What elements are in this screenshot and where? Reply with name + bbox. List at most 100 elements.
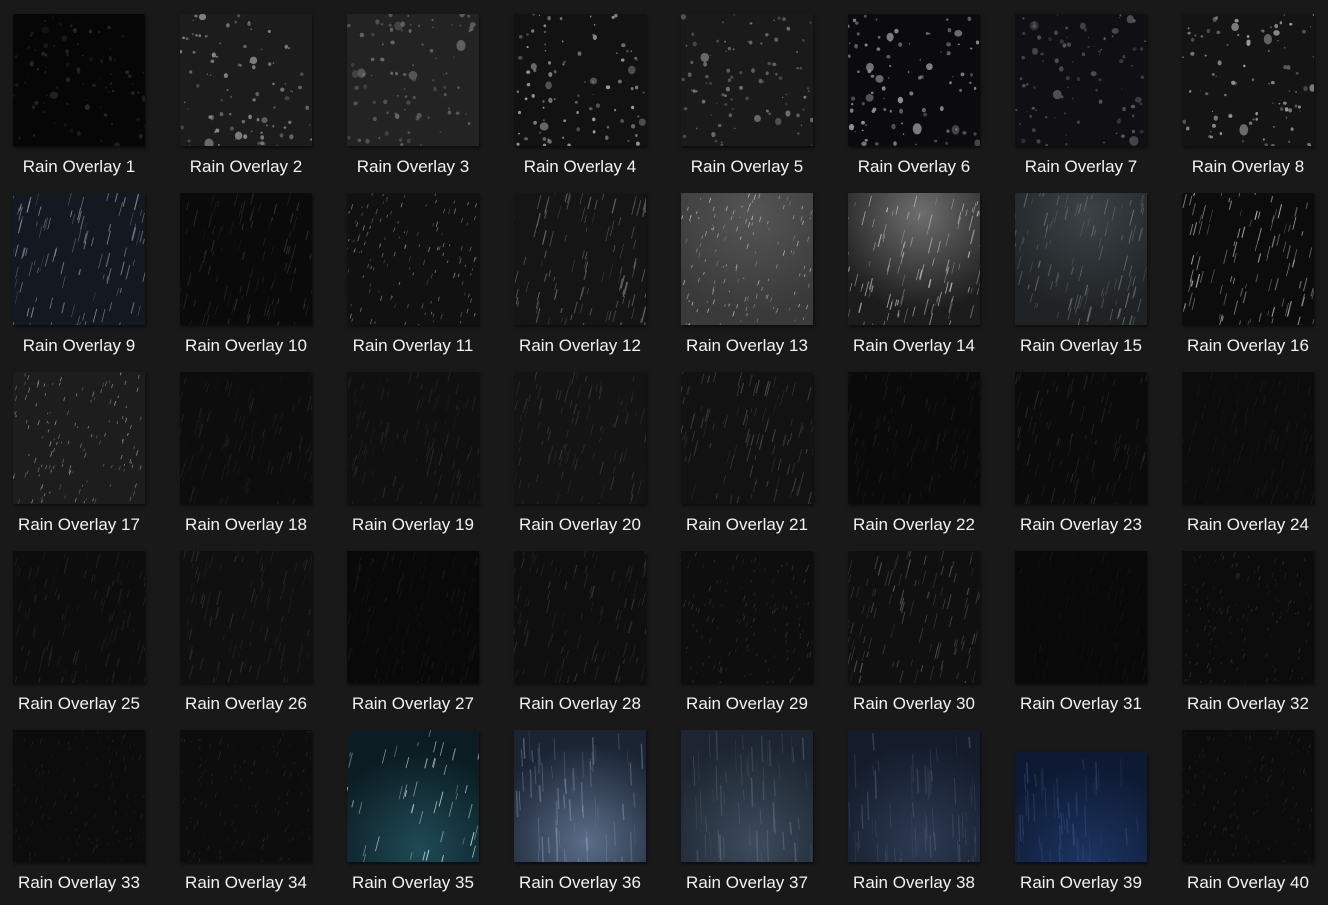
file-name-label[interactable]: Rain Overlay 30 [835,693,993,715]
thumbnail-image[interactable] [681,730,813,862]
file-name-label[interactable]: Rain Overlay 7 [1002,156,1160,178]
thumbnail-image[interactable] [848,14,980,146]
thumbnail-image[interactable] [13,193,145,325]
file-thumbnail-item[interactable]: Rain Overlay 39 [1002,716,1169,895]
file-name-label[interactable]: Rain Overlay 34 [167,872,325,894]
file-thumbnail-item[interactable]: Rain Overlay 19 [334,358,501,537]
file-thumbnail-item[interactable]: Rain Overlay 33 [0,716,167,895]
file-thumbnail-item[interactable]: Rain Overlay 23 [1002,358,1169,537]
file-name-label[interactable]: Rain Overlay 39 [1002,872,1160,894]
file-thumbnail-item[interactable]: Rain Overlay 12 [501,179,668,358]
thumbnail-image[interactable] [347,730,479,862]
thumbnail-image[interactable] [848,193,980,325]
file-thumbnail-item[interactable]: Rain Overlay 32 [1169,537,1328,716]
file-thumbnail-item[interactable]: Rain Overlay 17 [0,358,167,537]
file-name-label[interactable]: Rain Overlay 18 [167,514,325,536]
thumbnail-image[interactable] [514,193,646,325]
file-name-label[interactable]: Rain Overlay 23 [1002,514,1160,536]
thumbnail-image[interactable] [180,193,312,325]
thumbnail-image[interactable] [180,14,312,146]
thumbnail-image[interactable] [347,551,479,683]
file-thumbnail-item[interactable]: Rain Overlay 36 [501,716,668,895]
file-name-label[interactable]: Rain Overlay 40 [1169,872,1327,894]
file-name-label[interactable]: Rain Overlay 36 [501,872,659,894]
thumbnail-image[interactable] [1015,551,1147,683]
file-name-label[interactable]: Rain Overlay 4 [501,156,659,178]
file-thumbnail-item[interactable]: Rain Overlay 4 [501,0,668,179]
file-name-label[interactable]: Rain Overlay 17 [0,514,158,536]
thumbnail-image[interactable] [514,551,646,683]
file-name-label[interactable]: Rain Overlay 32 [1169,693,1327,715]
file-thumbnail-item[interactable]: Rain Overlay 11 [334,179,501,358]
file-thumbnail-item[interactable]: Rain Overlay 10 [167,179,334,358]
file-thumbnail-item[interactable]: Rain Overlay 22 [835,358,1002,537]
file-thumbnail-item[interactable]: Rain Overlay 35 [334,716,501,895]
thumbnail-image[interactable] [1015,372,1147,504]
thumbnail-image[interactable] [13,372,145,504]
thumbnail-image[interactable] [681,372,813,504]
thumbnail-image[interactable] [180,730,312,862]
file-thumbnail-item[interactable]: Rain Overlay 7 [1002,0,1169,179]
file-name-label[interactable]: Rain Overlay 25 [0,693,158,715]
file-thumbnail-item[interactable]: Rain Overlay 29 [668,537,835,716]
thumbnail-image[interactable] [1015,14,1147,146]
thumbnail-image[interactable] [848,730,980,862]
file-thumbnail-item[interactable]: Rain Overlay 28 [501,537,668,716]
file-thumbnail-item[interactable]: Rain Overlay 37 [668,716,835,895]
file-thumbnail-item[interactable]: Rain Overlay 26 [167,537,334,716]
file-name-label[interactable]: Rain Overlay 31 [1002,693,1160,715]
file-name-label[interactable]: Rain Overlay 12 [501,335,659,357]
thumbnail-image[interactable] [681,551,813,683]
file-thumbnail-item[interactable]: Rain Overlay 9 [0,179,167,358]
file-name-label[interactable]: Rain Overlay 35 [334,872,492,894]
file-name-label[interactable]: Rain Overlay 6 [835,156,993,178]
thumbnail-image[interactable] [681,193,813,325]
file-thumbnail-item[interactable]: Rain Overlay 18 [167,358,334,537]
file-name-label[interactable]: Rain Overlay 11 [334,335,492,357]
thumbnail-image[interactable] [514,372,646,504]
file-name-label[interactable]: Rain Overlay 16 [1169,335,1327,357]
file-name-label[interactable]: Rain Overlay 24 [1169,514,1327,536]
file-name-label[interactable]: Rain Overlay 15 [1002,335,1160,357]
file-name-label[interactable]: Rain Overlay 37 [668,872,826,894]
file-name-label[interactable]: Rain Overlay 14 [835,335,993,357]
thumbnail-image[interactable] [347,372,479,504]
file-name-label[interactable]: Rain Overlay 38 [835,872,993,894]
file-thumbnail-item[interactable]: Rain Overlay 2 [167,0,334,179]
thumbnail-image[interactable] [1015,752,1147,862]
file-thumbnail-item[interactable]: Rain Overlay 20 [501,358,668,537]
thumbnail-image[interactable] [13,14,145,146]
thumbnail-image[interactable] [681,14,813,146]
file-thumbnail-item[interactable]: Rain Overlay 30 [835,537,1002,716]
file-name-label[interactable]: Rain Overlay 20 [501,514,659,536]
file-name-label[interactable]: Rain Overlay 8 [1169,156,1327,178]
thumbnail-image[interactable] [180,372,312,504]
file-thumbnail-item[interactable]: Rain Overlay 1 [0,0,167,179]
file-name-label[interactable]: Rain Overlay 33 [0,872,158,894]
thumbnail-image[interactable] [1182,372,1314,504]
file-name-label[interactable]: Rain Overlay 28 [501,693,659,715]
file-thumbnail-item[interactable]: Rain Overlay 24 [1169,358,1328,537]
thumbnail-image[interactable] [848,372,980,504]
thumbnail-image[interactable] [347,14,479,146]
file-thumbnail-item[interactable]: Rain Overlay 16 [1169,179,1328,358]
thumbnail-image[interactable] [347,193,479,325]
file-thumbnail-item[interactable]: Rain Overlay 34 [167,716,334,895]
thumbnail-image[interactable] [1182,193,1314,325]
thumbnail-image[interactable] [1182,14,1314,146]
thumbnail-image[interactable] [13,730,145,862]
file-name-label[interactable]: Rain Overlay 13 [668,335,826,357]
file-thumbnail-item[interactable]: Rain Overlay 25 [0,537,167,716]
file-thumbnail-item[interactable]: Rain Overlay 3 [334,0,501,179]
file-name-label[interactable]: Rain Overlay 26 [167,693,325,715]
thumbnail-image[interactable] [848,551,980,683]
file-thumbnail-item[interactable]: Rain Overlay 15 [1002,179,1169,358]
file-thumbnail-item[interactable]: Rain Overlay 8 [1169,0,1328,179]
file-name-label[interactable]: Rain Overlay 22 [835,514,993,536]
thumbnail-image[interactable] [1182,551,1314,683]
file-thumbnail-item[interactable]: Rain Overlay 6 [835,0,1002,179]
thumbnail-image[interactable] [1182,730,1314,862]
thumbnail-image[interactable] [514,14,646,146]
file-name-label[interactable]: Rain Overlay 5 [668,156,826,178]
thumbnail-image[interactable] [13,551,145,683]
